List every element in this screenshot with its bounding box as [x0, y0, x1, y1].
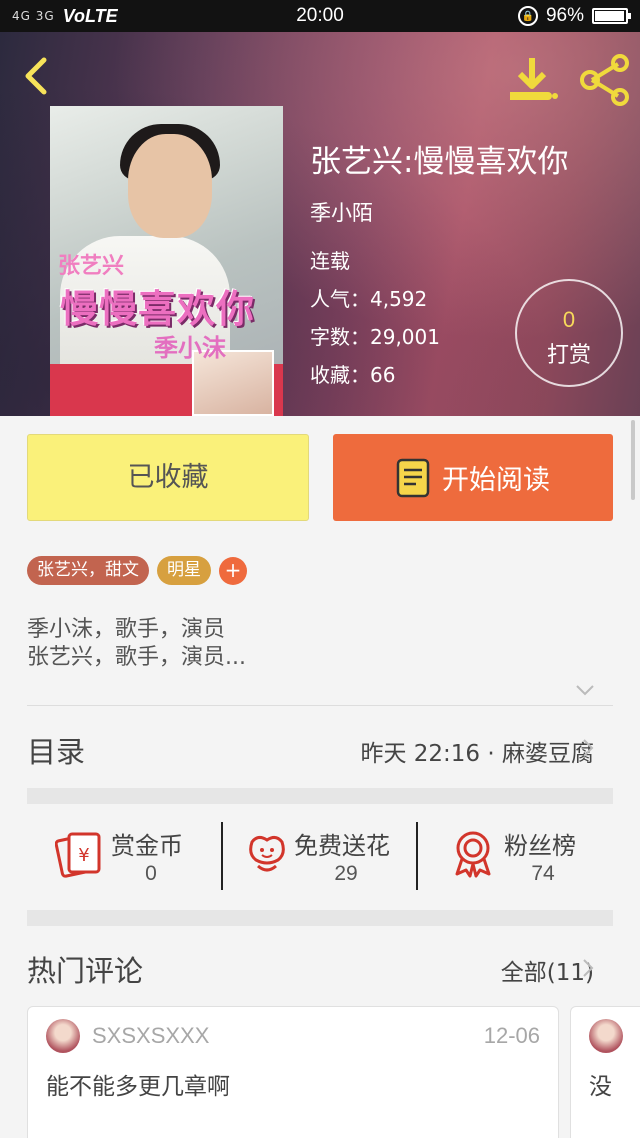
book-detail-body: 已收藏 开始阅读 张艺兴，甜文 明星 + 季小沫，歌手，演员 张艺兴，歌手，演员… — [0, 416, 640, 1138]
expand-chevron-icon[interactable] — [575, 684, 595, 696]
section-separator — [27, 910, 613, 926]
stat-divider — [221, 822, 223, 890]
reward-button[interactable]: 0 打赏 — [515, 279, 623, 387]
popularity: 人气：4,592 — [310, 287, 428, 311]
book-title: 张艺兴:慢慢喜欢你 — [310, 144, 569, 180]
divider — [27, 705, 613, 706]
stat-label: 粉丝榜 — [504, 832, 576, 860]
chevron-left-icon[interactable] — [18, 52, 58, 100]
stat-flowers[interactable]: 免费送花 29 — [242, 826, 412, 896]
status-bar: 4G 3G VoLTE 20:00 🔒 96% — [0, 0, 640, 32]
battery-percent: 96% — [545, 5, 584, 26]
stat-value: 29 — [334, 862, 358, 885]
medal-icon — [455, 831, 491, 878]
stat-fans[interactable]: 粉丝榜 74 — [448, 826, 598, 896]
all-comments-link[interactable]: 全部(11) — [501, 953, 594, 987]
comment-text: 没 — [589, 1074, 612, 1100]
book-description[interactable]: 季小沫，歌手，演员 张艺兴，歌手，演员... — [27, 616, 246, 672]
volte-indicator: VoLTE — [62, 5, 118, 26]
toc-label: 目录 — [27, 735, 86, 769]
add-tag-button[interactable]: + — [219, 556, 247, 585]
reward-label: 打赏 — [546, 343, 591, 368]
comment-card[interactable]: SXSXSXXX 12-06 能不能多更几章啊 — [27, 1006, 559, 1138]
favorite-count: 收藏：66 — [310, 363, 396, 387]
stat-value: 74 — [531, 862, 555, 885]
start-reading-button[interactable]: 开始阅读 — [333, 434, 613, 521]
reward-count: 0 — [562, 307, 576, 332]
rotation-lock-icon: 🔒 — [517, 6, 538, 26]
description-line: 张艺兴，歌手，演员... — [27, 645, 246, 670]
comment-date: 12-06 — [483, 1023, 540, 1048]
stat-coins[interactable]: ¥ 赏金币 0 — [55, 826, 215, 896]
chevron-right-icon — [583, 959, 594, 977]
chevron-right-icon — [583, 739, 594, 757]
cover-text-top: 张艺兴 — [58, 254, 125, 279]
favorited-button[interactable]: 已收藏 — [27, 434, 309, 521]
tag[interactable]: 明星 — [157, 556, 211, 585]
avatar[interactable] — [46, 1019, 80, 1053]
comment-card[interactable]: 没 — [570, 1006, 640, 1138]
toc-latest-update: 昨天 22:16 · 麻婆豆腐 — [360, 741, 594, 767]
cover-figure-head — [128, 134, 212, 238]
book-author[interactable]: 季小陌 — [310, 197, 373, 227]
book-header: 张艺兴 慢慢喜欢你 季小沫 张艺兴:慢慢喜欢你 季小陌 连载 人气：4,592 … — [0, 32, 640, 416]
section-separator — [27, 788, 613, 804]
stat-divider — [416, 822, 418, 890]
red-envelope-icon: ¥ — [55, 832, 101, 878]
tag-list: 张艺兴，甜文 明星 + — [27, 556, 247, 585]
download-icon[interactable] — [506, 54, 558, 106]
stat-label: 免费送花 — [294, 832, 390, 860]
hot-comments-title: 热门评论 — [27, 954, 144, 988]
battery-level — [595, 11, 624, 21]
serial-status: 连载 — [310, 249, 350, 273]
stat-value: 0 — [145, 862, 157, 885]
stat-label: 赏金币 — [111, 832, 183, 860]
word-count: 字数：29,001 — [310, 325, 440, 349]
comment-text: 能不能多更几章啊 — [46, 1074, 230, 1100]
book-cover[interactable]: 张艺兴 慢慢喜欢你 季小沫 — [50, 106, 283, 416]
tag[interactable]: 张艺兴，甜文 — [27, 556, 149, 585]
avatar[interactable] — [589, 1019, 623, 1053]
comment-username[interactable]: SXSXSXXX — [92, 1023, 209, 1049]
battery-icon — [592, 8, 631, 24]
cover-author-text: 季小沫 — [154, 334, 226, 362]
share-icon[interactable] — [580, 54, 632, 106]
description-line: 季小沫，歌手，演员 — [27, 617, 226, 642]
scrollbar[interactable] — [631, 420, 635, 500]
start-reading-label: 开始阅读 — [442, 465, 550, 496]
book-icon — [396, 458, 430, 497]
cover-title-text: 慢慢喜欢你 — [60, 287, 256, 331]
signal-icon: 4G 3G — [12, 9, 55, 23]
flower-icon — [249, 835, 285, 872]
svg-text:¥: ¥ — [78, 845, 89, 866]
